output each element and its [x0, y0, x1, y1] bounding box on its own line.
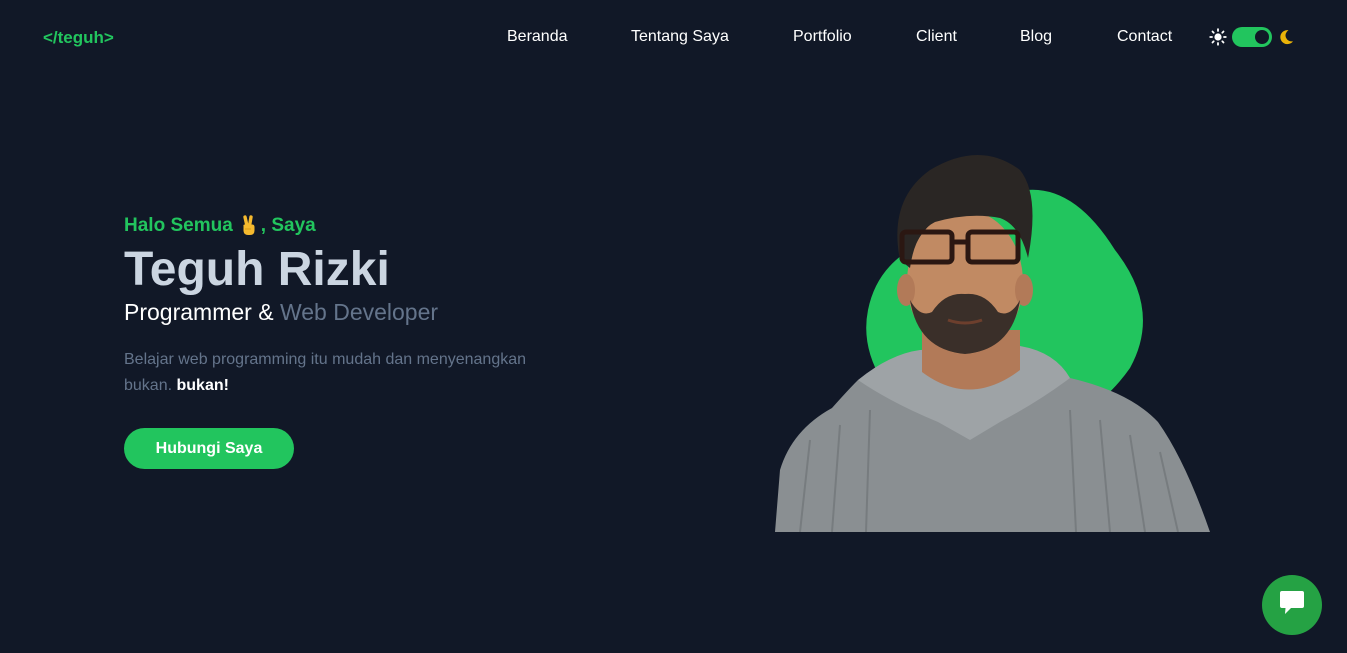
chat-button[interactable] — [1262, 575, 1322, 635]
hero-role: Programmer & Web Developer — [124, 298, 564, 326]
greeting-suffix: , Saya — [260, 215, 316, 236]
victory-hand-icon — [238, 215, 260, 237]
switch-knob — [1255, 30, 1269, 44]
hero-name: Teguh Rizki — [124, 243, 390, 296]
navbar: </teguh> Beranda Tentang Saya Portfolio … — [0, 0, 1347, 75]
theme-switch[interactable] — [1232, 27, 1272, 47]
role-accent: Web Developer — [279, 299, 439, 325]
nav-link-tentang-saya[interactable]: Tentang Saya — [631, 28, 729, 46]
sun-icon — [1209, 28, 1227, 46]
theme-toggle[interactable] — [1209, 26, 1297, 48]
role-main: Programmer & — [124, 299, 280, 325]
chat-bubble-icon — [1277, 589, 1307, 622]
hero-tagline: Belajar web programming itu mudah dan me… — [124, 347, 564, 399]
hero-text: Halo Semua , Saya Teguh Rizki Programmer… — [124, 214, 564, 415]
greeting: Halo Semua , Saya — [124, 214, 564, 238]
tagline-bold: bukan! — [176, 377, 229, 394]
logo[interactable]: </teguh> — [43, 28, 114, 48]
hubungi-saya-button[interactable]: Hubungi Saya — [124, 428, 294, 469]
nav-link-blog[interactable]: Blog — [1020, 28, 1052, 46]
hero-portrait — [770, 140, 1220, 533]
nav-link-portfolio[interactable]: Portfolio — [793, 28, 852, 46]
moon-icon — [1277, 28, 1295, 46]
greeting-text: Halo Semua — [124, 215, 233, 236]
nav-link-contact[interactable]: Contact — [1117, 28, 1172, 46]
nav-link-client[interactable]: Client — [916, 28, 957, 46]
nav-link-beranda[interactable]: Beranda — [507, 28, 568, 46]
